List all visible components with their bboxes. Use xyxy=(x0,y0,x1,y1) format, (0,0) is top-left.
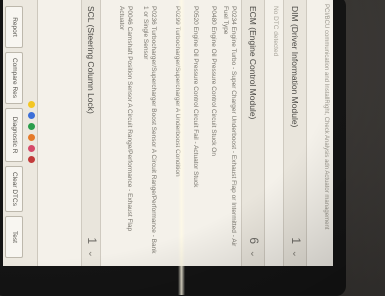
module-title: ECM (Engine Control Module) xyxy=(248,6,258,120)
diagnostic-report-button[interactable]: Diagnostic R xyxy=(5,108,23,162)
status-dot xyxy=(28,112,35,120)
dtc-count: 1 xyxy=(85,237,99,244)
dtc-line: No DTC detected xyxy=(272,6,279,57)
report-header-text: PCI/BCU communication and InstallRight, … xyxy=(323,4,329,230)
chevron-down-icon[interactable]: ⌄ xyxy=(289,250,301,258)
status-dot xyxy=(28,133,35,141)
dtc-count: 1 xyxy=(289,237,303,244)
chevron-down-icon[interactable]: ⌄ xyxy=(247,250,259,258)
module-title: DIM (Driver Information Module) xyxy=(290,6,300,128)
clear-dtcs-button[interactable]: Clear DTCs xyxy=(5,166,23,212)
report-button[interactable]: Report xyxy=(5,6,23,48)
bottom-toolbar: Report Compare Res Diagnostic R Clear DT… xyxy=(3,0,38,266)
diagnostic-app-screen: PCI/BCU communication and InstallRight, … xyxy=(3,0,333,266)
module-section-ecm[interactable]: ECM (Engine Control Module) 6 ⌄ xyxy=(241,0,265,266)
dtc-line: P0520 Engine Oil Pressure Control Circui… xyxy=(192,6,199,188)
status-dot xyxy=(28,155,35,163)
dtc-line: P0480 Engine Oil Pressure Control Circui… xyxy=(210,6,217,156)
status-dot xyxy=(28,123,35,131)
dtc-line: P0046 Camshaft Position Sensor A Circuit… xyxy=(117,6,133,232)
compare-results-button[interactable]: Compare Res xyxy=(5,52,23,104)
module-section-scl[interactable]: SCL (Steering Column Lock) 1 ⌄ xyxy=(81,0,101,266)
status-dot xyxy=(28,101,35,109)
status-dots xyxy=(25,0,37,266)
light-glare xyxy=(178,0,185,295)
module-title: SCL (Steering Column Lock) xyxy=(86,6,96,114)
chevron-down-icon[interactable]: ⌄ xyxy=(85,250,97,258)
module-section-dim[interactable]: DIM (Driver Information Module) 1 ⌄ xyxy=(283,0,307,266)
dtc-count: 6 xyxy=(247,237,261,244)
status-dot xyxy=(28,144,35,152)
test-button[interactable]: Test xyxy=(5,216,23,258)
dtc-line: P0236 Turbocharger/Supercharger Boost Se… xyxy=(141,6,157,254)
dtc-line: P0234 Engine Turbo - Super Charger Under… xyxy=(221,6,237,247)
